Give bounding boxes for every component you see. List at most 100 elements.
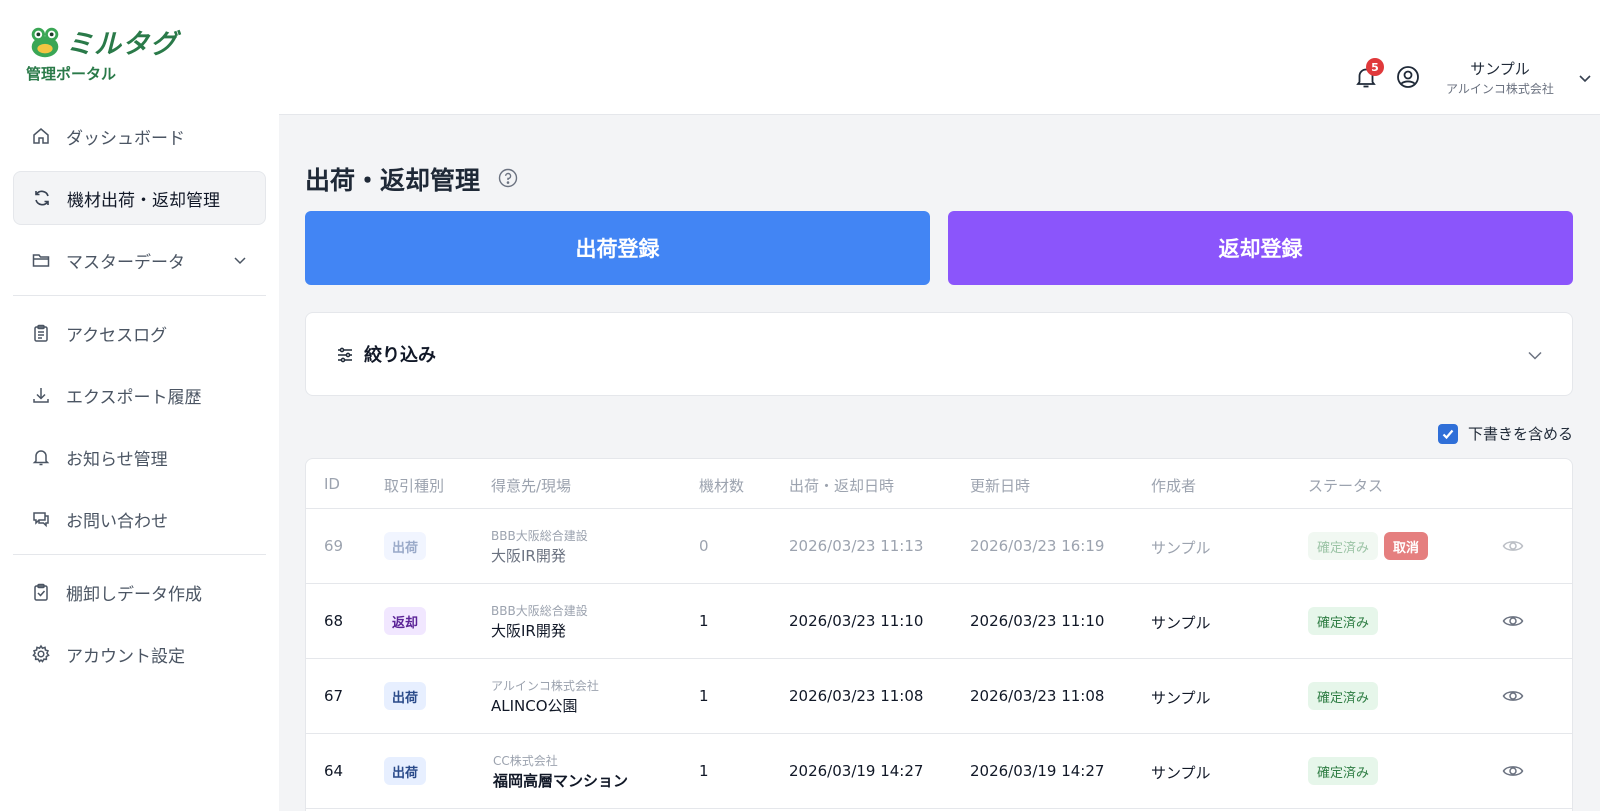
brand-name: ミルタグ	[66, 29, 178, 60]
sidebar-item-notifications[interactable]: お知らせ管理	[13, 430, 266, 484]
table-row[interactable]: 68 返却 BBB大阪総合建設 大阪IR開発 1 2026/03/23 11:1…	[306, 584, 1572, 659]
sidebar-nav: ダッシュボード 機材出荷・返却管理 マスターデータ アクセスログ エクスポート履…	[13, 109, 266, 689]
chevron-down-icon[interactable]	[1526, 346, 1544, 364]
user-organization: アルインコ株式会社	[1446, 82, 1554, 96]
view-eye-icon[interactable]	[1502, 537, 1524, 555]
brand-subtitle: 管理ポータル	[26, 65, 117, 83]
column-header-count[interactable]: 機材数	[699, 475, 744, 496]
column-header-updated[interactable]: 更新日時	[970, 475, 1030, 496]
sidebar-item-dashboard[interactable]: ダッシュボード	[13, 109, 266, 163]
customer-name: CC株式会社	[493, 754, 558, 768]
filter-label: 絞り込み	[364, 345, 436, 366]
table-row[interactable]: 69 出荷 BBB大阪総合建設 大阪IR開発 0 2026/03/23 11:1…	[306, 509, 1572, 584]
page-title: 出荷・返却管理	[305, 166, 481, 195]
clipboard-icon	[34, 324, 48, 342]
sidebar-item-label: 棚卸しデータ作成	[66, 584, 202, 605]
sidebar-item-label: マスターデータ	[66, 252, 185, 273]
sidebar-item-label: アクセスログ	[66, 325, 168, 346]
table-header: ID 取引種別 得意先/現場 機材数 出荷・返却日時 更新日時 作成者 ステータ…	[306, 459, 1572, 509]
column-header-customer[interactable]: 得意先/現場	[491, 475, 571, 496]
ship-date: 2026/03/23 11:13	[789, 537, 924, 555]
include-drafts-toggle[interactable]: 下書きを含める	[1437, 423, 1573, 444]
column-header-date[interactable]: 出荷・返却日時	[789, 475, 894, 496]
type-badge: 出荷	[384, 682, 427, 710]
creator: サンプル	[1151, 614, 1211, 632]
refresh-icon	[35, 190, 49, 206]
logo[interactable]: ミルタグ 管理ポータル	[26, 22, 178, 84]
equipment-count: 1	[699, 762, 709, 780]
column-header-type[interactable]: 取引種別	[384, 475, 444, 496]
sidebar-item-access-log[interactable]: アクセスログ	[13, 306, 266, 360]
sidebar-item-shipping[interactable]: 機材出荷・返却管理	[13, 171, 266, 225]
column-header-creator[interactable]: 作成者	[1151, 475, 1196, 496]
sidebar-item-inquiries[interactable]: お問い合わせ	[13, 492, 266, 546]
gear-icon	[32, 644, 50, 663]
sidebar-divider	[13, 295, 266, 296]
user-name[interactable]: サンプル	[1429, 58, 1571, 79]
row-id: 68	[324, 612, 344, 630]
updated-date: 2026/03/23 11:10	[970, 612, 1105, 630]
include-drafts-label: 下書きを含める	[1467, 425, 1573, 443]
sidebar-item-account-settings[interactable]: アカウント設定	[13, 627, 266, 681]
sidebar-item-export-history[interactable]: エクスポート履歴	[13, 368, 266, 422]
user-avatar-icon[interactable]	[1396, 65, 1420, 89]
chevron-down-icon[interactable]	[232, 252, 248, 268]
updated-date: 2026/03/23 11:08	[970, 687, 1105, 705]
table-row[interactable]: 67 出荷 アルインコ株式会社 ALINCO公園 1 2026/03/23 11…	[306, 659, 1572, 734]
ship-date: 2026/03/23 11:10	[789, 612, 924, 630]
sidebar-item-master-data[interactable]: マスターデータ	[13, 233, 266, 287]
view-eye-icon[interactable]	[1502, 762, 1524, 780]
equipment-count: 1	[699, 687, 709, 705]
ship-register-button[interactable]: 出荷登録	[305, 211, 930, 285]
top-header: 5 サンプル アルインコ株式会社	[279, 0, 1600, 115]
equipment-count: 1	[699, 612, 709, 630]
return-register-button[interactable]: 返却登録	[948, 211, 1573, 285]
row-id: 69	[324, 537, 344, 555]
view-eye-icon[interactable]	[1502, 612, 1524, 630]
shipment-table: ID 取引種別 得意先/現場 機材数 出荷・返却日時 更新日時 作成者 ステータ…	[305, 458, 1573, 811]
table-row[interactable]: 64 出荷 CC株式会社 福岡高層マンション 1 2026/03/19 14:2…	[306, 734, 1572, 809]
updated-date: 2026/03/19 14:27	[970, 762, 1105, 780]
filter-panel[interactable]: 絞り込み	[305, 312, 1573, 396]
customer-name: BBB大阪総合建設	[491, 529, 588, 543]
folder-icon	[32, 254, 50, 267]
site-name: 大阪IR開発	[491, 547, 566, 565]
status-badge: 確定済み	[1308, 532, 1379, 560]
help-icon[interactable]	[498, 168, 518, 188]
column-header-id[interactable]: ID	[324, 475, 340, 493]
sidebar-item-label: 機材出荷・返却管理	[67, 190, 220, 211]
equipment-count: 0	[699, 537, 709, 555]
bell-icon	[32, 450, 50, 466]
home-icon	[33, 128, 49, 144]
sidebar-item-label: お知らせ管理	[66, 449, 168, 470]
include-drafts-checkbox[interactable]	[1437, 423, 1458, 444]
status-badge: 確定済み	[1308, 682, 1379, 710]
sidebar-item-label: アカウント設定	[66, 646, 185, 667]
logo-mascot-icon	[31, 27, 59, 57]
sidebar-item-label: ダッシュボード	[66, 128, 185, 149]
view-eye-icon[interactable]	[1502, 687, 1524, 705]
checkmark-icon	[1442, 429, 1454, 439]
chat-icon	[33, 512, 49, 528]
updated-date: 2026/03/23 16:19	[970, 537, 1105, 555]
sidebar-item-label: お問い合わせ	[66, 511, 168, 532]
chevron-down-icon[interactable]	[1577, 70, 1593, 86]
sidebar-divider	[13, 554, 266, 555]
customer-name: BBB大阪総合建設	[491, 604, 588, 618]
row-id: 67	[324, 687, 344, 705]
status-badge: 確定済み	[1308, 607, 1379, 635]
creator: サンプル	[1151, 764, 1211, 782]
site-name: 大阪IR開発	[491, 622, 566, 640]
type-badge: 返却	[384, 607, 427, 635]
column-header-status[interactable]: ステータス	[1308, 475, 1383, 496]
row-id: 64	[324, 762, 344, 780]
download-icon	[33, 388, 49, 403]
sidebar-item-inventory[interactable]: 棚卸しデータ作成	[13, 565, 266, 619]
site-name: 福岡高層マンション	[493, 772, 629, 790]
status-badge: 確定済み	[1308, 757, 1379, 785]
cancel-badge: 取消	[1384, 532, 1429, 560]
site-name: ALINCO公園	[491, 697, 578, 715]
ship-date: 2026/03/23 11:08	[789, 687, 924, 705]
sidebar: ミルタグ 管理ポータル ダッシュボード 機材出荷・返却管理 マスターデータ アク…	[0, 0, 279, 811]
creator: サンプル	[1151, 539, 1211, 557]
